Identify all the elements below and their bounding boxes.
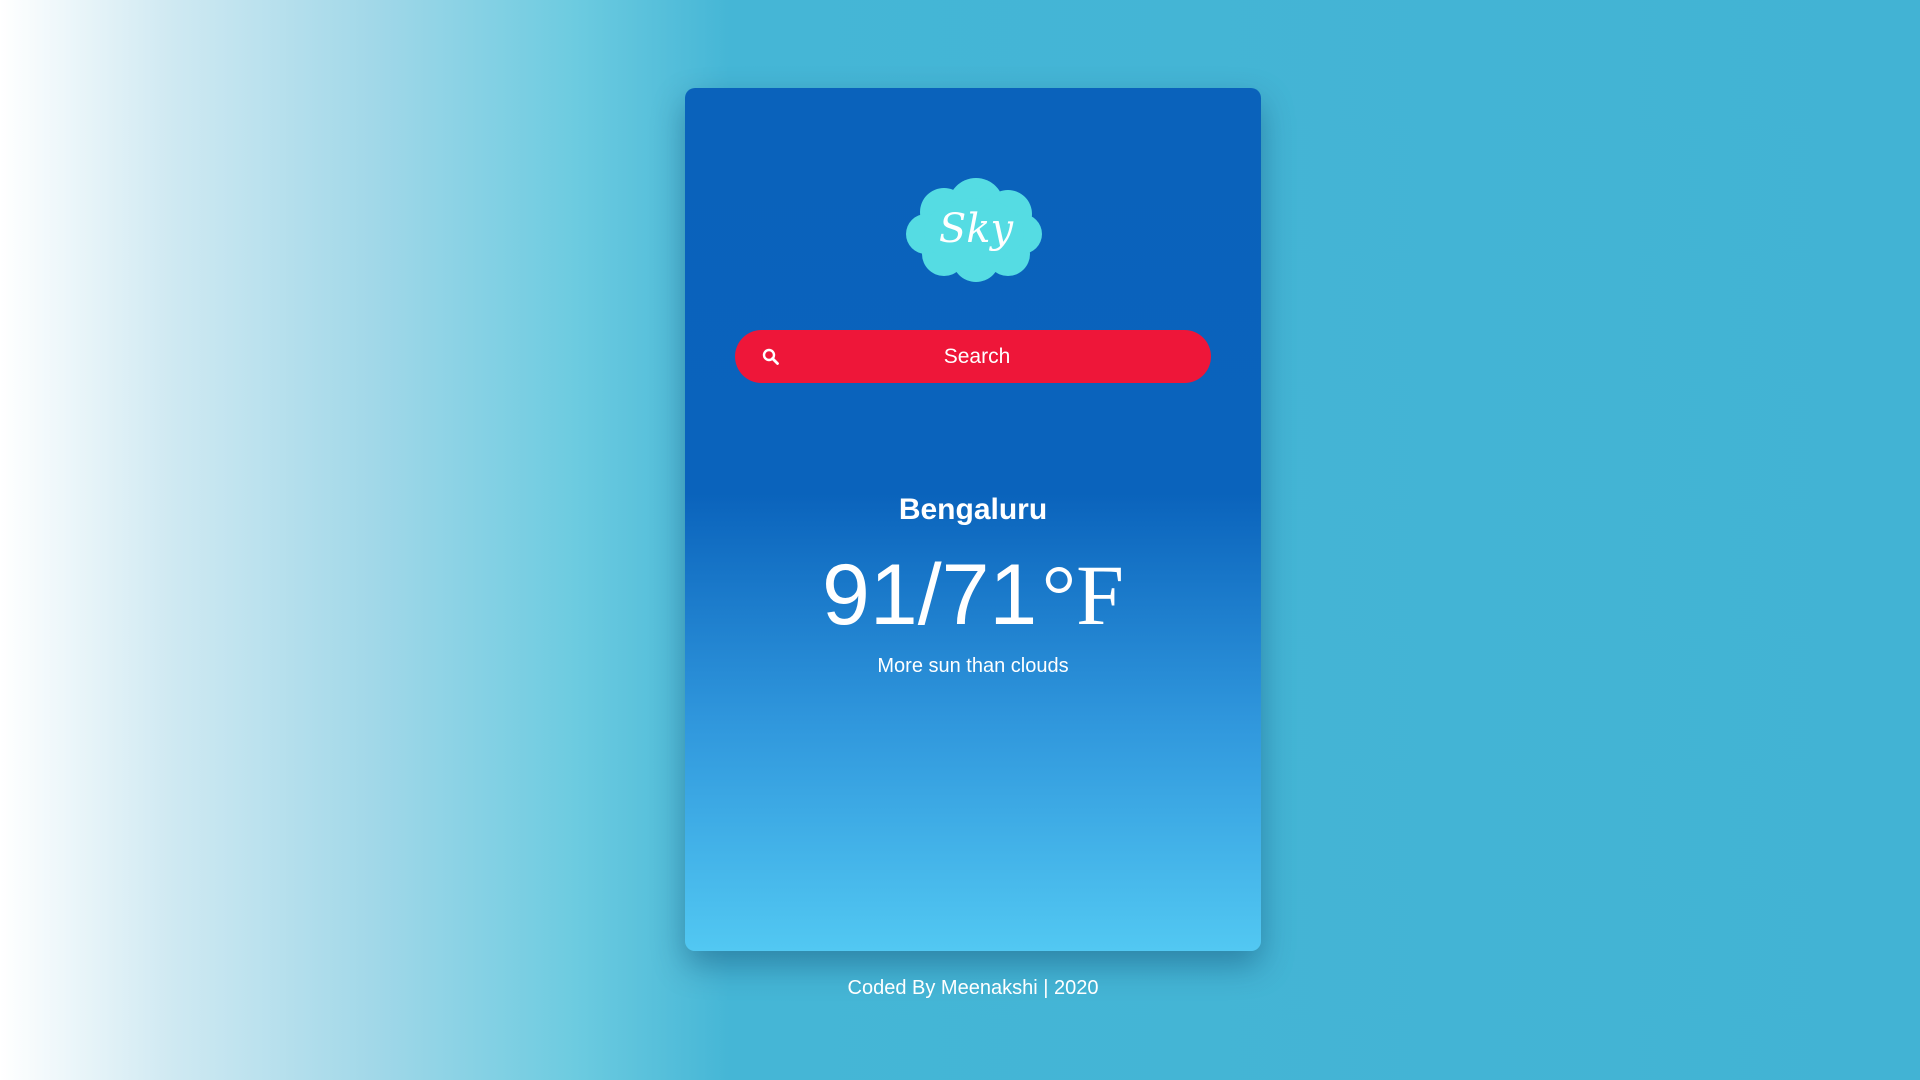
city-name: Bengaluru bbox=[898, 493, 1048, 526]
weather-card: Sky Bengaluru 91/71 °F More sun than clo… bbox=[685, 88, 1261, 951]
logo-text: Sky bbox=[939, 206, 1015, 252]
footer-credit: Coded By Meenakshi | 2020 bbox=[847, 977, 1099, 999]
cloud-icon: Sky bbox=[906, 178, 1042, 282]
search-icon[interactable] bbox=[761, 347, 781, 367]
temperature-display: 91/71 °F bbox=[685, 550, 1261, 665]
search-input[interactable] bbox=[795, 330, 1159, 383]
search-bar[interactable] bbox=[735, 330, 1211, 383]
temperature-value: 91/71 bbox=[822, 547, 1038, 643]
weather-condition: More sun than clouds bbox=[877, 655, 1069, 677]
temperature-unit: °F bbox=[1041, 547, 1124, 643]
sky-logo: Sky bbox=[904, 176, 1044, 284]
